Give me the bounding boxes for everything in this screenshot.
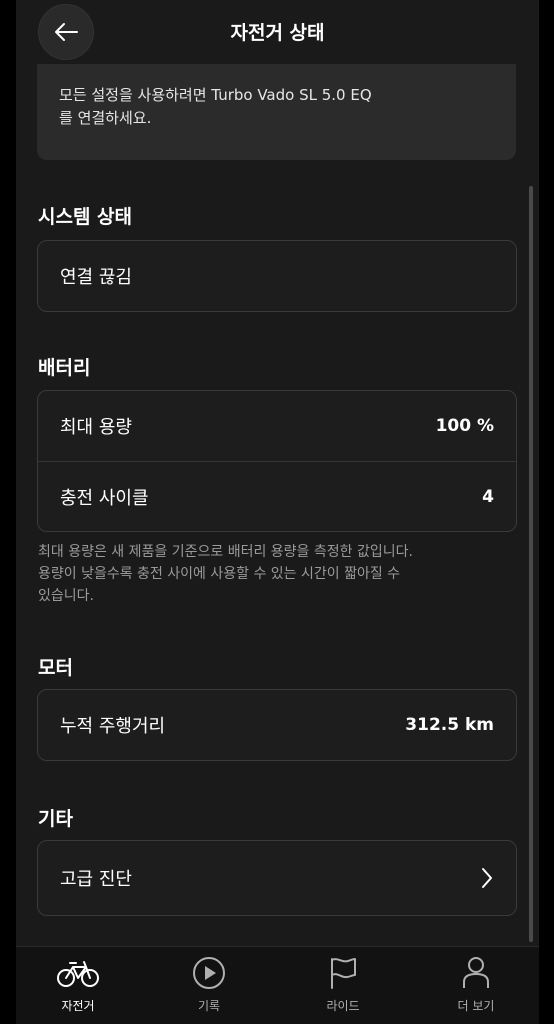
bike-status-screen: 자전거 상태 모든 설정을 사용하려면 Turbo Vado SL 5.0 EQ… xyxy=(16,0,539,1024)
battery-note-line-3: 있습니다. xyxy=(38,588,94,604)
system-status-card: 연결 끊김 xyxy=(37,240,517,312)
odometer-value: 312.5 km xyxy=(405,715,494,735)
tab-more[interactable]: 더 보기 xyxy=(431,955,521,1014)
charge-cycles-value: 4 xyxy=(482,486,494,507)
motor-card: 누적 주행거리 312.5 km xyxy=(37,689,517,761)
tab-history[interactable]: 기록 xyxy=(164,955,254,1014)
battery-note-line-2: 용량이 낮을수록 충전 사이에 사용할 수 있는 시간이 짧아질 수 xyxy=(38,566,401,582)
battery-card: 최대 용량 100 % 충전 사이클 4 xyxy=(37,390,517,532)
motor-title: 모터 xyxy=(38,657,73,679)
scrollbar[interactable] xyxy=(529,186,533,942)
person-icon xyxy=(463,957,489,988)
other-title: 기타 xyxy=(38,808,73,830)
app-header: 자전거 상태 xyxy=(16,0,539,64)
notice-line-1: 모든 설정을 사용하려면 Turbo Vado SL 5.0 EQ xyxy=(59,86,372,104)
tab-ride[interactable]: 라이드 xyxy=(298,955,388,1014)
battery-title: 배터리 xyxy=(38,357,91,379)
system-status-title: 시스템 상태 xyxy=(38,206,133,228)
max-capacity-label: 최대 용량 xyxy=(60,417,132,438)
page-title: 자전거 상태 xyxy=(230,22,325,44)
max-capacity-value: 100 % xyxy=(435,416,494,436)
connect-notice: 모든 설정을 사용하려면 Turbo Vado SL 5.0 EQ 를 연결하세… xyxy=(37,64,516,160)
system-status-value: 연결 끊김 xyxy=(60,267,132,288)
charge-cycles-label: 충전 사이클 xyxy=(60,487,149,509)
play-circle-icon xyxy=(193,957,225,989)
advanced-diagnostics-row[interactable]: 고급 진단 xyxy=(38,841,516,915)
chevron-right-icon xyxy=(482,868,492,888)
system-status-row: 연결 끊김 xyxy=(38,241,516,311)
tab-history-label: 기록 xyxy=(197,999,221,1013)
tab-bike[interactable]: 자전거 xyxy=(33,955,123,1014)
battery-note: 최대 용량은 새 제품을 기준으로 배터리 용량을 측정한 값입니다. 용량이 … xyxy=(38,541,518,607)
advanced-diagnostics-label: 고급 진단 xyxy=(60,869,132,890)
tab-bike-label: 자전거 xyxy=(61,999,95,1013)
bicycle-icon xyxy=(57,961,99,987)
tab-ride-label: 라이드 xyxy=(326,999,360,1013)
odometer-row: 누적 주행거리 312.5 km xyxy=(38,690,516,760)
tab-more-label: 더 보기 xyxy=(457,999,495,1013)
bottom-tab-bar: 자전거 기록 라이드 더 보기 xyxy=(16,946,539,1024)
battery-max-capacity-row: 최대 용량 100 % xyxy=(38,391,516,461)
other-card: 고급 진단 xyxy=(37,840,517,916)
battery-note-line-1: 최대 용량은 새 제품을 기준으로 배터리 용량을 측정한 값입니다. xyxy=(38,544,413,560)
notice-line-2: 를 연결하세요. xyxy=(59,109,152,127)
flag-icon xyxy=(331,958,356,989)
battery-charge-cycles-row: 충전 사이클 4 xyxy=(38,461,516,531)
odometer-label: 누적 주행거리 xyxy=(60,716,166,737)
